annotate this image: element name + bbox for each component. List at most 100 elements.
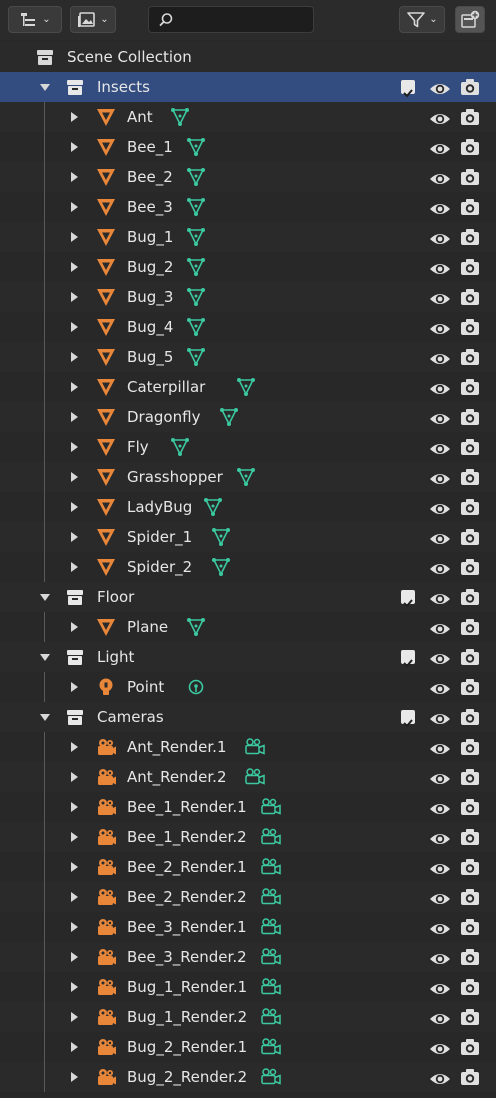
tree-row-ant[interactable]: Ant — [0, 102, 496, 132]
disclosure-closed-icon[interactable] — [71, 832, 78, 842]
tree-row-dragonfly[interactable]: Dragonfly — [0, 402, 496, 432]
exclude-checkbox[interactable] — [401, 650, 415, 668]
eye-icon[interactable] — [429, 408, 451, 426]
disclosure-closed-icon[interactable] — [71, 802, 78, 812]
eye-icon[interactable] — [429, 648, 451, 666]
render-camera-icon[interactable] — [459, 677, 481, 697]
eye-icon[interactable] — [429, 738, 451, 756]
disclosure-open-icon[interactable] — [40, 594, 50, 601]
eye-icon[interactable] — [429, 978, 451, 996]
mesh-data-icon[interactable] — [186, 227, 206, 247]
render-camera-icon[interactable] — [459, 737, 481, 757]
tree-row-bug-1-render-2[interactable]: Bug_1_Render.2 — [0, 1002, 496, 1032]
eye-icon[interactable] — [429, 78, 451, 96]
tree-row-insects[interactable]: Insects — [0, 72, 496, 102]
camera-data-icon[interactable] — [260, 857, 281, 877]
render-camera-icon[interactable] — [459, 707, 481, 727]
disclosure-open-icon[interactable] — [40, 654, 50, 661]
mesh-data-icon[interactable] — [236, 377, 256, 397]
render-camera-icon[interactable] — [459, 1067, 481, 1087]
camera-data-icon[interactable] — [244, 737, 265, 757]
disclosure-closed-icon[interactable] — [71, 202, 78, 212]
disclosure-closed-icon[interactable] — [71, 1012, 78, 1022]
disclosure-closed-icon[interactable] — [71, 922, 78, 932]
eye-icon[interactable] — [429, 258, 451, 276]
render-camera-icon[interactable] — [459, 197, 481, 217]
render-camera-icon[interactable] — [459, 1037, 481, 1057]
render-camera-icon[interactable] — [459, 1007, 481, 1027]
render-camera-icon[interactable] — [459, 587, 481, 607]
mesh-data-icon[interactable] — [203, 497, 223, 517]
eye-icon[interactable] — [429, 618, 451, 636]
mesh-data-icon[interactable] — [219, 407, 239, 427]
render-camera-icon[interactable] — [459, 227, 481, 247]
eye-icon[interactable] — [429, 1038, 451, 1056]
camera-data-icon[interactable] — [260, 1007, 281, 1027]
render-camera-icon[interactable] — [459, 647, 481, 667]
camera-data-icon[interactable] — [260, 977, 281, 997]
eye-icon[interactable] — [429, 858, 451, 876]
render-camera-icon[interactable] — [459, 407, 481, 427]
mesh-data-icon[interactable] — [186, 347, 206, 367]
eye-icon[interactable] — [429, 168, 451, 186]
camera-data-icon[interactable] — [260, 887, 281, 907]
exclude-checkbox[interactable] — [401, 80, 415, 98]
tree-row-bug-3[interactable]: Bug_3 — [0, 282, 496, 312]
tree-row-bee-3[interactable]: Bee_3 — [0, 192, 496, 222]
tree-row-cameras[interactable]: Cameras — [0, 702, 496, 732]
eye-icon[interactable] — [429, 528, 451, 546]
mesh-data-icon[interactable] — [186, 317, 206, 337]
eye-icon[interactable] — [429, 708, 451, 726]
render-camera-icon[interactable] — [459, 497, 481, 517]
render-camera-icon[interactable] — [459, 167, 481, 187]
eye-icon[interactable] — [429, 498, 451, 516]
mesh-data-icon[interactable] — [186, 287, 206, 307]
eye-icon[interactable] — [429, 558, 451, 576]
tree-row-fly[interactable]: Fly — [0, 432, 496, 462]
search-box[interactable] — [148, 6, 314, 33]
disclosure-closed-icon[interactable] — [71, 472, 78, 482]
tree-row-bug-2[interactable]: Bug_2 — [0, 252, 496, 282]
disclosure-closed-icon[interactable] — [71, 322, 78, 332]
render-camera-icon[interactable] — [459, 77, 481, 97]
disclosure-closed-icon[interactable] — [71, 772, 78, 782]
disclosure-closed-icon[interactable] — [71, 442, 78, 452]
camera-data-icon[interactable] — [260, 1037, 281, 1057]
light-data-icon[interactable] — [186, 677, 206, 697]
eye-icon[interactable] — [429, 1008, 451, 1026]
filter-display-dropdown[interactable]: ⌄ — [70, 6, 116, 33]
tree-row-point[interactable]: Point — [0, 672, 496, 702]
disclosure-closed-icon[interactable] — [71, 172, 78, 182]
render-camera-icon[interactable] — [459, 437, 481, 457]
eye-icon[interactable] — [429, 828, 451, 846]
disclosure-open-icon[interactable] — [40, 84, 50, 91]
eye-icon[interactable] — [429, 378, 451, 396]
disclosure-closed-icon[interactable] — [71, 562, 78, 572]
camera-data-icon[interactable] — [260, 917, 281, 937]
render-camera-icon[interactable] — [459, 917, 481, 937]
eye-icon[interactable] — [429, 768, 451, 786]
tree-row-light[interactable]: Light — [0, 642, 496, 672]
disclosure-closed-icon[interactable] — [71, 292, 78, 302]
tree-row-ant-render-2[interactable]: Ant_Render.2 — [0, 762, 496, 792]
tree-row-bee-1[interactable]: Bee_1 — [0, 132, 496, 162]
mesh-data-icon[interactable] — [211, 557, 231, 577]
mesh-data-icon[interactable] — [186, 257, 206, 277]
disclosure-closed-icon[interactable] — [71, 1042, 78, 1052]
tree-row-ladybug[interactable]: LadyBug — [0, 492, 496, 522]
mesh-data-icon[interactable] — [186, 197, 206, 217]
eye-icon[interactable] — [429, 348, 451, 366]
render-camera-icon[interactable] — [459, 467, 481, 487]
disclosure-closed-icon[interactable] — [71, 952, 78, 962]
render-camera-icon[interactable] — [459, 377, 481, 397]
tree-row-bug-2-render-1[interactable]: Bug_2_Render.1 — [0, 1032, 496, 1062]
tree-row-bug-2-render-2[interactable]: Bug_2_Render.2 — [0, 1062, 496, 1092]
eye-icon[interactable] — [429, 888, 451, 906]
new-collection-button[interactable] — [455, 6, 485, 33]
mesh-data-icon[interactable] — [186, 137, 206, 157]
tree-row-bug-5[interactable]: Bug_5 — [0, 342, 496, 372]
eye-icon[interactable] — [429, 108, 451, 126]
camera-data-icon[interactable] — [260, 1067, 281, 1087]
eye-icon[interactable] — [429, 918, 451, 936]
tree-row-plane[interactable]: Plane — [0, 612, 496, 642]
